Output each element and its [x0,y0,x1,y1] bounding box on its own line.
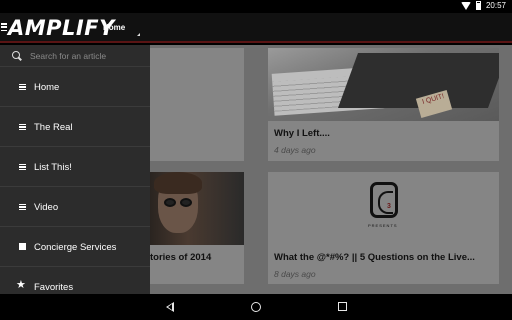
drawer-item-label: Home [34,82,60,93]
recents-icon[interactable] [338,302,347,311]
list-icon [19,124,26,130]
drawer-item-favorites[interactable]: ★ Favorites [0,267,150,294]
drawer-item-label: List This! [34,162,72,173]
c3-logo [370,182,398,218]
article-time: 4 days ago [274,145,316,155]
section-spinner[interactable]: Home [103,23,125,32]
system-nav-bar [0,294,512,320]
drawer-item-home[interactable]: Home [0,67,150,107]
list-icon [19,164,26,170]
home-icon[interactable] [251,302,261,312]
search-input[interactable] [30,48,145,64]
drawer-item-label: Favorites [34,282,74,293]
article-card[interactable]: tories of 2014 [150,172,244,284]
square-icon [19,243,26,250]
drawer-item-label: Concierge Services [34,242,117,253]
list-icon [19,204,26,210]
drawer-item-concierge-services[interactable]: Concierge Services [0,227,150,267]
search-bar [0,45,150,67]
article-thumbnail [150,172,244,245]
back-icon[interactable] [166,302,174,312]
app-logo: AMPLIFY [8,16,115,40]
article-thumbnail: I QUIT! [268,48,499,121]
article-title: tories of 2014 [150,252,212,263]
list-icon [19,84,26,90]
menu-icon[interactable] [1,23,7,31]
drawer-item-video[interactable]: Video [0,187,150,227]
dropdown-caret-icon [137,33,140,36]
article-card[interactable]: 3 PRESENTS What the @*#%? || 5 Questions… [268,172,499,284]
article-card[interactable]: I QUIT! Why I Left.... 4 days ago [268,48,499,161]
navigation-drawer: Home The Real List This! Video Concierge… [0,45,150,294]
article-title: What the @*#%? || 5 Questions on the Liv… [274,252,475,263]
status-bar: 20:57 [0,0,512,13]
drawer-item-the-real[interactable]: The Real [0,107,150,147]
search-icon[interactable] [12,51,21,60]
article-thumbnail: 3 PRESENTS [268,172,499,245]
article-card[interactable] [150,48,244,161]
status-time: 20:57 [485,1,506,10]
drawer-item-list-this[interactable]: List This! [0,147,150,187]
battery-icon [475,1,481,10]
star-icon: ★ [16,279,26,291]
drawer-item-label: Video [34,202,59,213]
app-bar: AMPLIFY Home [0,13,512,43]
wifi-icon [460,1,471,10]
drawer-item-label: The Real [34,122,73,133]
article-time: 8 days ago [274,269,316,279]
article-title: Why I Left.... [274,128,330,139]
